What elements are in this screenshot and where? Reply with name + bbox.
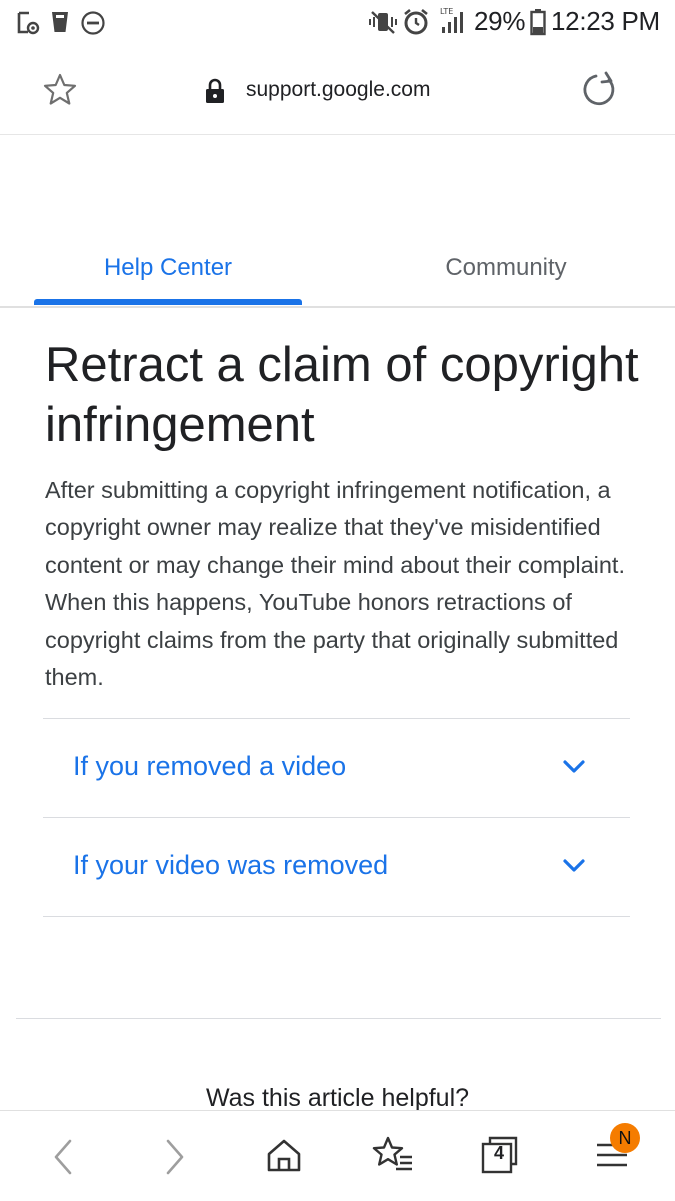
section-divider	[16, 1018, 661, 1019]
active-tab-indicator	[34, 299, 302, 305]
tab-help-center[interactable]: Help Center	[34, 230, 302, 306]
battery-icon	[530, 9, 546, 36]
menu-notification-badge: N	[610, 1123, 640, 1153]
signal-icon: LTE	[440, 7, 463, 33]
bookmarks-icon[interactable]	[372, 1135, 416, 1175]
page-title: Retract a claim of copyright infringemen…	[45, 338, 639, 452]
clock: 12:23 PM	[551, 6, 660, 36]
help-tabs: Help Center Community	[0, 230, 675, 308]
chevron-down-icon	[563, 859, 585, 872]
battery-percent: 29%	[474, 6, 526, 36]
browser-bottom-nav	[0, 1110, 675, 1201]
address-bar: support.google.com	[0, 48, 675, 135]
bookmark-star-icon[interactable]	[42, 72, 78, 108]
accordion-label: If your video was removed	[73, 850, 389, 880]
screenshot-icon	[17, 11, 40, 35]
back-icon[interactable]	[50, 1137, 80, 1177]
accordion-label: If you removed a video	[73, 751, 347, 781]
article-intro: After submitting a copyright infringemen…	[45, 477, 625, 691]
do-not-disturb-icon	[81, 11, 105, 35]
accordion-video-was-removed[interactable]: If your video was removed	[43, 817, 630, 917]
chevron-down-icon	[563, 760, 585, 773]
vibrate-icon	[369, 11, 397, 34]
url-text[interactable]: support.google.com	[246, 78, 430, 102]
reload-icon[interactable]	[580, 70, 620, 110]
tab-count: 4	[493, 1143, 504, 1163]
trash-icon	[52, 12, 68, 32]
feedback-question: Was this article helpful?	[205, 1084, 470, 1112]
forward-icon[interactable]	[160, 1137, 190, 1177]
home-icon[interactable]	[264, 1136, 304, 1176]
svg-text:LTE: LTE	[440, 7, 453, 16]
tab-community[interactable]: Community	[370, 230, 642, 306]
accordion-removed-a-video[interactable]: If you removed a video	[43, 718, 630, 817]
alarm-icon	[404, 8, 428, 35]
lock-icon	[206, 78, 224, 103]
status-bar: LTE 29% 12:23 PM	[0, 0, 675, 48]
